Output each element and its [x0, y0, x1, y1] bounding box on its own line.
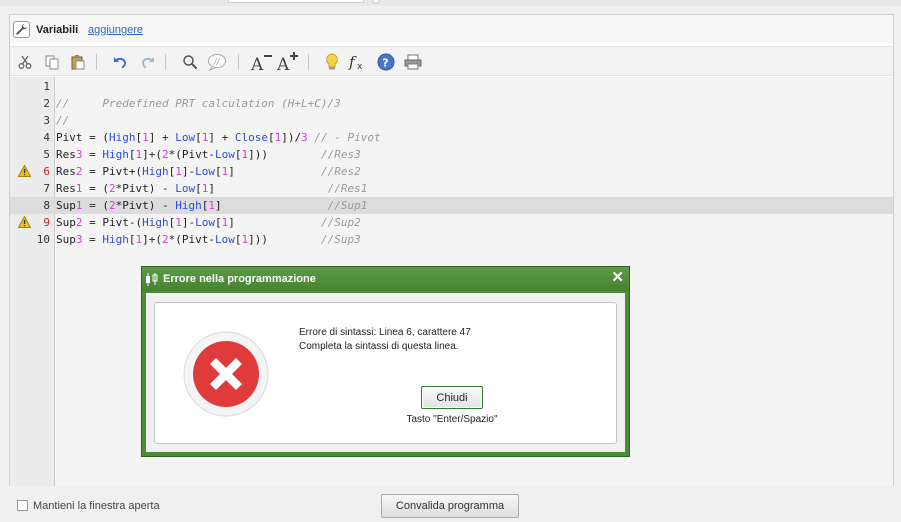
svg-text:A: A [276, 55, 290, 72]
top-strip [0, 0, 901, 6]
line-number: 3 [43, 114, 50, 127]
undo-icon[interactable] [111, 52, 131, 72]
code-text: Pivt = (High[1] + Low[1] + Close[1])/3 /… [56, 131, 381, 144]
toolbar-separator [96, 54, 97, 70]
close-icon[interactable]: ✕ [611, 270, 624, 286]
dialog-title: Errore nella programmazione [163, 273, 316, 285]
code-line-4[interactable]: 4 Pivt = (High[1] + Low[1] + Close[1])/3… [10, 129, 893, 146]
line-number: 9 [43, 216, 50, 229]
code-line-9[interactable]: 9 Sup2 = Pivt-(High[1]-Low[1] //Sup2 [10, 214, 893, 231]
keyboard-shortcut-hint: Tasto "Enter/Spazio" [406, 414, 498, 425]
print-icon[interactable] [403, 52, 423, 72]
line-number: 2 [43, 97, 50, 110]
code-line-2[interactable]: 2 // Predefined PRT calculation (H+L+C)/… [10, 95, 893, 112]
code-text: Res1 = (2*Pivt) - Low[1] //Res1 [56, 182, 368, 195]
error-hint: Completa la sintassi di questa linea. [299, 341, 459, 352]
top-tab[interactable] [228, 0, 364, 3]
toolbar-separator [308, 54, 309, 70]
line-number: 7 [43, 182, 50, 195]
function-icon[interactable]: fx [348, 52, 368, 72]
variables-title: Variabili [36, 24, 79, 36]
code-line-7[interactable]: 7 Res1 = (2*Pivt) - Low[1] //Res1 [10, 180, 893, 197]
dialog-body: Errore di sintassi: Linea 6, carattere 4… [146, 293, 625, 452]
svg-text:f: f [348, 53, 357, 71]
wrench-icon[interactable] [13, 21, 30, 38]
code-text: Res3 = High[1]+(2*(Pivt-Low[1])) //Res3 [56, 148, 361, 161]
keep-open-label: Mantieni la finestra aperta [33, 500, 160, 512]
add-variable-link[interactable]: aggiungere [88, 24, 143, 36]
close-button[interactable]: Chiudi [421, 386, 483, 409]
line-number: 1 [43, 80, 50, 93]
font-smaller-icon[interactable]: A [250, 52, 274, 72]
code-text: Sup3 = High[1]+(2*(Pivt-Low[1])) //Sup3 [56, 233, 361, 246]
code-line-6[interactable]: 6 Res2 = Pivt+(High[1]-Low[1] //Res2 [10, 163, 893, 180]
font-larger-icon[interactable]: A [276, 52, 300, 72]
code-line-1[interactable]: 1 [10, 78, 893, 95]
keep-open-checkbox[interactable] [17, 500, 28, 511]
validate-program-button[interactable]: Convalida programma [381, 494, 519, 518]
lightbulb-icon[interactable] [322, 52, 342, 72]
toolbar-separator [238, 54, 239, 70]
copy-icon[interactable] [42, 52, 62, 72]
code-text: Sup2 = Pivt-(High[1]-Low[1] //Sup2 [56, 216, 361, 229]
redo-icon[interactable] [137, 52, 157, 72]
paste-icon[interactable] [68, 52, 88, 72]
code-line-5[interactable]: 5 Res3 = High[1]+(2*(Pivt-Low[1])) //Res… [10, 146, 893, 163]
chart-candle-icon [145, 273, 159, 289]
dialog-titlebar[interactable]: Errore nella programmazione ✕ [142, 267, 629, 291]
cut-icon[interactable] [15, 52, 35, 72]
code-line-3[interactable]: 3 // [10, 112, 893, 129]
panel-header: Variabili aggiungere [10, 15, 893, 43]
line-number: 5 [43, 148, 50, 161]
dialog-content: Errore di sintassi: Linea 6, carattere 4… [154, 302, 617, 444]
code-text: Res2 = Pivt+(High[1]-Low[1] //Res2 [56, 165, 361, 178]
line-number: 6 [43, 165, 50, 178]
line-number: 4 [43, 131, 50, 144]
error-icon [183, 331, 269, 420]
code-line-10[interactable]: 10 Sup3 = High[1]+(2*(Pivt-Low[1])) //Su… [10, 231, 893, 248]
svg-text://: // [213, 58, 221, 68]
comment-icon[interactable]: // [207, 52, 227, 72]
code-text: Sup1 = (2*Pivt) - High[1] //Sup1 [56, 199, 368, 212]
toolbar-separator [165, 54, 166, 70]
error-dialog: Errore nella programmazione ✕ Errore di … [141, 266, 630, 457]
search-icon[interactable] [180, 52, 200, 72]
code-text: // Predefined PRT calculation (H+L+C)/3 [56, 97, 341, 110]
line-number: 8 [43, 199, 50, 212]
help-icon[interactable]: ? [376, 52, 396, 72]
editor-toolbar: // A A fx ? [10, 46, 893, 76]
svg-text:?: ? [382, 56, 388, 69]
code-line-8[interactable]: 8 Sup1 = (2*Pivt) - High[1] //Sup1 [10, 197, 893, 214]
svg-text:x: x [357, 62, 363, 71]
svg-text:A: A [250, 55, 264, 72]
line-number: 10 [36, 233, 50, 246]
code-text: // [56, 114, 70, 127]
error-message: Errore di sintassi: Linea 6, carattere 4… [299, 327, 471, 338]
